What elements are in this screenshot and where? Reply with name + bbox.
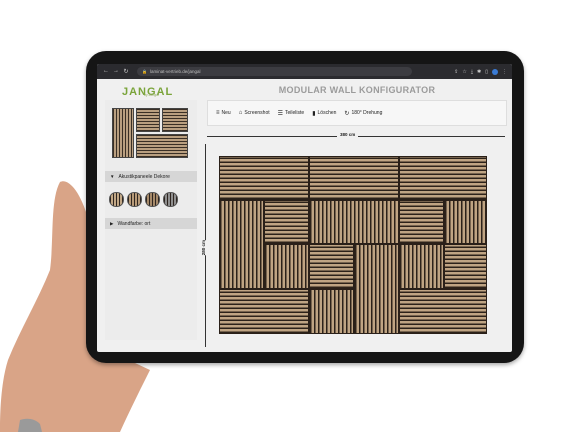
browser-nav: ← → ↻ [103, 68, 129, 75]
wall-panel[interactable] [264, 244, 309, 289]
wall-panel[interactable] [444, 200, 487, 244]
dekor-swatch[interactable] [109, 192, 124, 207]
url-text: laminat-vertrieb.de/jangal [149, 69, 201, 74]
dekor-swatch[interactable] [145, 192, 160, 207]
width-label: 380 cm [337, 132, 359, 137]
rotate-button-label: 180° Drehung [351, 110, 383, 116]
wall-panel[interactable] [399, 156, 487, 200]
screenshot-button[interactable]: ⌂ Screenshot [239, 110, 270, 116]
parts-list-button[interactable]: ☰ Teileliste [278, 110, 305, 117]
accordion-dekore-label: Akustikpaneele Dekore [118, 173, 170, 180]
delete-button[interactable]: ▮ Löschen [312, 110, 336, 117]
new-button[interactable]: ≡ Neu [216, 110, 231, 116]
trash-icon: ▮ [312, 110, 316, 117]
wall-panel[interactable] [219, 200, 264, 289]
accordion-wandfarbe-label: Wandfarbe: ort [117, 220, 151, 227]
caret-down-icon: ▼ [110, 174, 115, 179]
puzzle-icon[interactable]: ✱ [477, 69, 481, 75]
thumb-panel [136, 134, 188, 158]
forward-icon[interactable]: → [113, 68, 119, 75]
address-bar[interactable]: 🔒 laminat-vertrieb.de/jangal [137, 67, 412, 76]
back-icon[interactable]: ← [103, 68, 109, 75]
menu-icon: ≡ [216, 110, 220, 116]
sidebar-icon[interactable]: ▯ [485, 69, 488, 75]
width-dimension: 380 cm [207, 132, 505, 140]
brand-logo[interactable]: JANGAL by Jangal [122, 82, 182, 98]
wall-panel[interactable] [399, 289, 487, 334]
wall-panel[interactable] [264, 200, 309, 244]
accordion-wandfarbe[interactable]: ▶ Wandfarbe: ort [105, 218, 197, 229]
wall-panel[interactable] [309, 200, 399, 244]
wall-panel[interactable] [309, 244, 354, 289]
download-icon[interactable]: ⤓ [471, 69, 473, 75]
thumb-panel [162, 108, 188, 132]
new-button-label: Neu [221, 110, 231, 116]
share-icon[interactable]: ⇪ [454, 69, 458, 75]
thumb-panel [112, 108, 134, 158]
camera-icon: ⌂ [238, 110, 243, 116]
wall-panel[interactable] [399, 244, 444, 289]
wall-panel[interactable] [309, 156, 399, 200]
lock-icon: 🔒 [142, 69, 147, 74]
caret-right-icon: ▶ [110, 220, 114, 226]
dekor-swatch[interactable] [127, 192, 142, 207]
height-dimension: 280 cm [201, 144, 209, 347]
accordion-dekore[interactable]: ▼ Akustikpaneele Dekore [105, 171, 197, 182]
layout-thumbnail[interactable] [110, 106, 194, 161]
rotate-icon: ↻ [344, 110, 350, 117]
delete-button-label: Löschen [317, 110, 337, 116]
wall-panel[interactable] [444, 244, 487, 289]
reload-icon[interactable]: ↻ [123, 68, 129, 75]
sidebar: ▼ Akustikpaneele Dekore ▶ Wandfarbe: ort [105, 100, 197, 340]
browser-extensions: ⇪ ☆ ⤓ ✱ ▯ ⋮ [454, 68, 507, 75]
profile-avatar[interactable] [492, 68, 498, 75]
thumb-panel [136, 108, 160, 132]
wall-panel[interactable] [309, 289, 354, 334]
star-icon[interactable]: ☆ [462, 69, 466, 75]
wall-panel[interactable] [219, 289, 309, 334]
height-label: 280 cm [201, 240, 206, 256]
menu-dots-icon[interactable]: ⋮ [502, 69, 507, 75]
dekor-swatch[interactable] [163, 192, 178, 207]
wall-panel[interactable] [354, 244, 399, 334]
parts-list-button-label: Teileliste [285, 110, 305, 116]
wall-panel[interactable] [399, 200, 444, 244]
toolbar: ≡ Neu ⌂ Screenshot ☰ Teileliste ▮ Lösche… [207, 100, 507, 126]
rotate-button[interactable]: ↻ 180° Drehung [344, 110, 382, 117]
browser-bar: ← → ↻ 🔒 laminat-vertrieb.de/jangal ⇪ ☆ ⤓… [97, 64, 512, 79]
dekor-swatches [109, 192, 178, 207]
wall-canvas[interactable] [219, 156, 487, 334]
screen: ← → ↻ 🔒 laminat-vertrieb.de/jangal ⇪ ☆ ⤓… [97, 64, 512, 352]
wall-panel[interactable] [219, 156, 309, 200]
screenshot-button-label: Screenshot [244, 110, 270, 116]
list-icon: ☰ [277, 110, 284, 117]
page-title: MODULAR WALL KONFIGURATOR [278, 85, 436, 95]
logo-subtext: by Jangal [144, 93, 159, 97]
